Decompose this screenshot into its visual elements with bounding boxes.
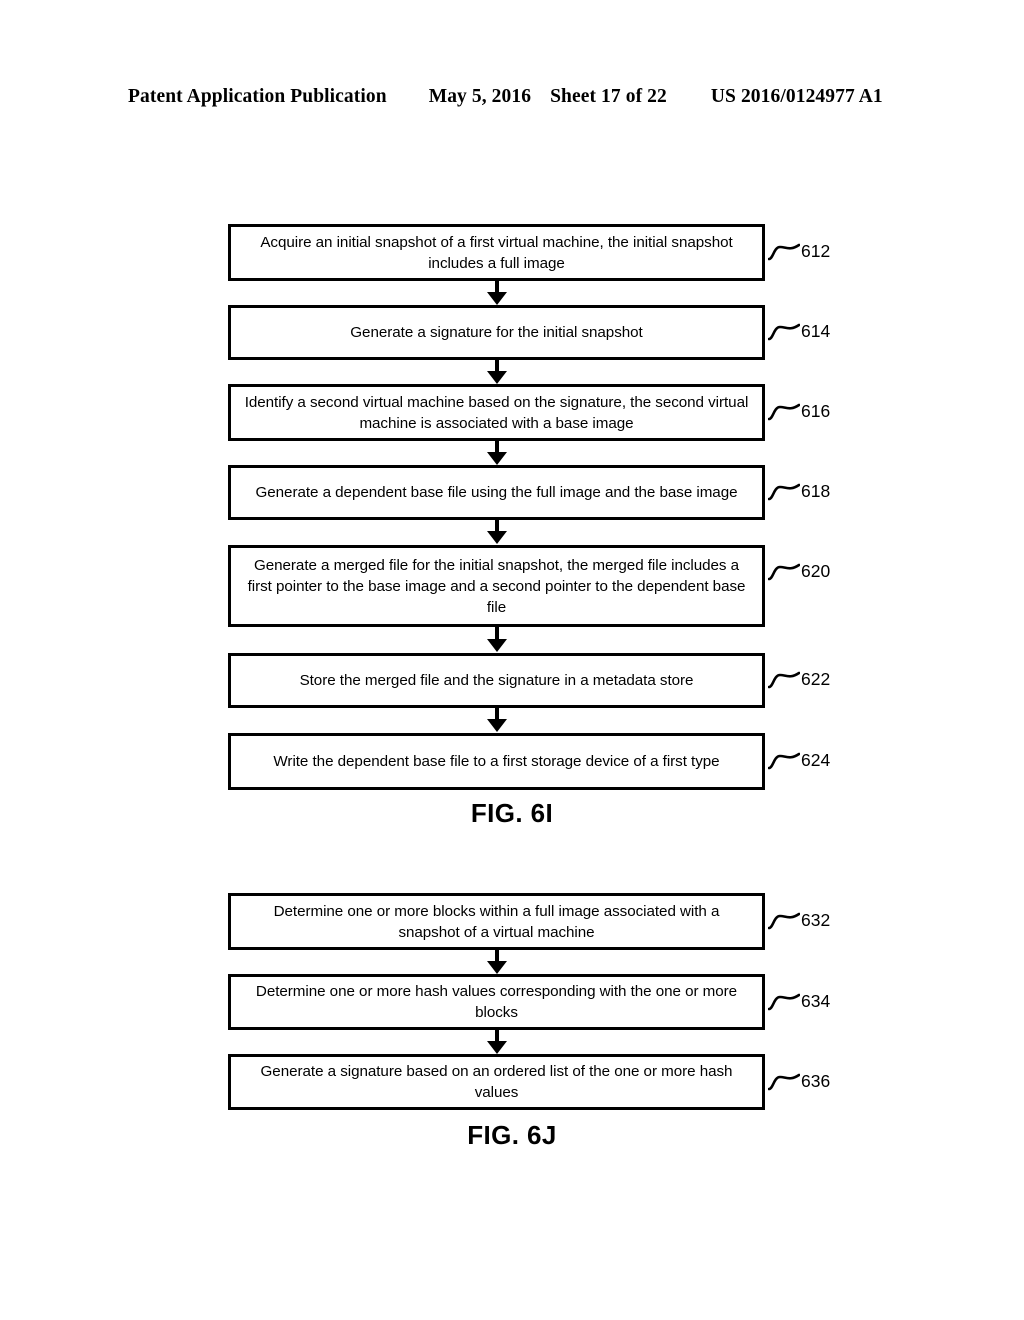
reference-numeral-634: 634 bbox=[768, 989, 830, 1015]
leader-squiggle-icon bbox=[768, 912, 800, 930]
reference-numeral-text-634: 634 bbox=[801, 991, 831, 1012]
flowchart-fig-6j: Determine one or more blocks within a fu… bbox=[0, 0, 1024, 1180]
flow-arrowhead-634-636 bbox=[487, 1041, 507, 1054]
flow-step-text-636: Generate a signature based on an ordered… bbox=[260, 1063, 733, 1101]
leader-squiggle-icon bbox=[768, 993, 800, 1011]
reference-numeral-text-636: 636 bbox=[801, 1071, 831, 1092]
figure-caption-6j: FIG. 6J bbox=[467, 1120, 557, 1150]
leader-squiggle-icon bbox=[768, 1073, 800, 1091]
reference-numeral-text-632: 632 bbox=[801, 910, 831, 931]
flow-step-text-634: Determine one or more hash values corres… bbox=[255, 983, 738, 1021]
flow-step-box-632: Determine one or more blocks within a fu… bbox=[228, 893, 765, 950]
reference-numeral-636: 636 bbox=[768, 1069, 830, 1095]
flow-step-box-636: Generate a signature based on an ordered… bbox=[228, 1054, 765, 1110]
flow-arrowhead-632-634 bbox=[487, 961, 507, 974]
flow-step-box-634: Determine one or more hash values corres… bbox=[228, 974, 765, 1030]
flow-step-text-632: Determine one or more blocks within a fu… bbox=[273, 902, 720, 941]
reference-numeral-632: 632 bbox=[768, 908, 830, 934]
